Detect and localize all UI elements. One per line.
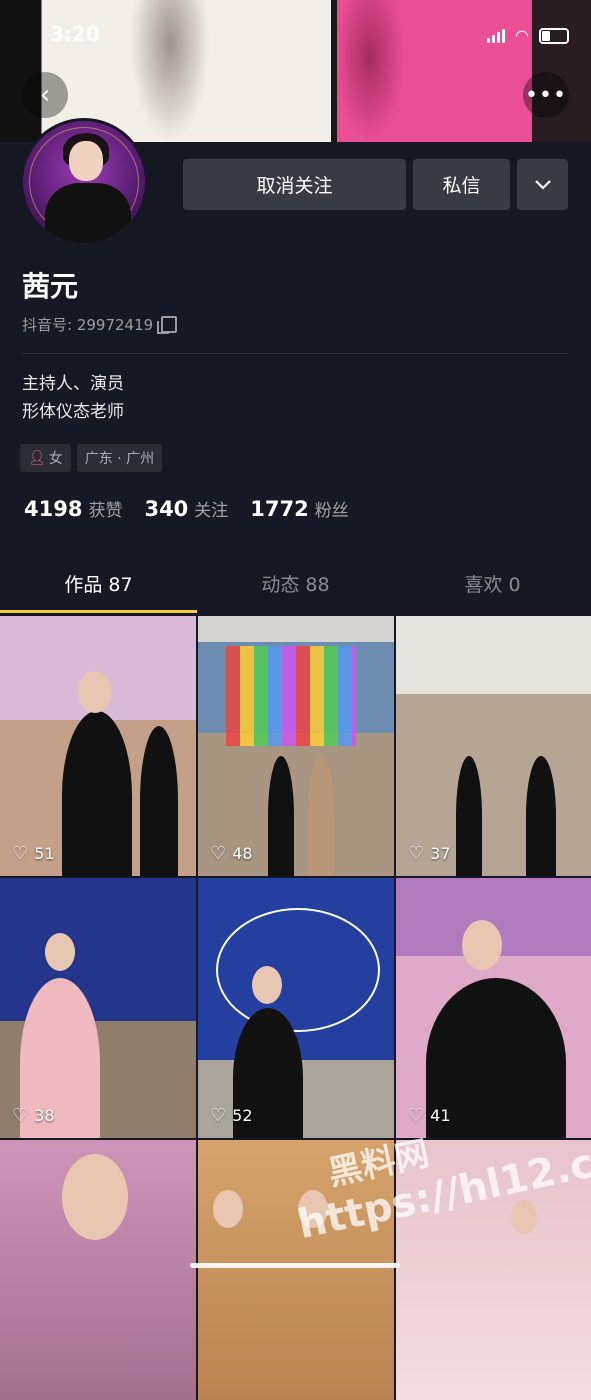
status-icons: ◠: [487, 26, 569, 45]
thumbnail-figure: [456, 756, 482, 876]
like-value: 51: [34, 844, 55, 863]
brand-logo: [216, 908, 380, 1032]
video-grid: ♡ 51 ♡ 48 ♡ 37 ♡ 38 ♡ 52 ♡ 41: [0, 616, 591, 1400]
heart-icon: ♡: [210, 1105, 227, 1126]
tab-activity[interactable]: 动态 88: [197, 566, 394, 614]
thumbnail-figure-head: [298, 1190, 328, 1228]
like-value: 48: [232, 844, 253, 863]
female-icon: 👤︎: [28, 450, 46, 466]
video-thumbnail[interactable]: ♡ 48: [198, 616, 394, 876]
thumbnail-figure-head: [45, 933, 75, 971]
video-thumbnail[interactable]: ♡ 37: [396, 616, 591, 876]
like-count: ♡ 51: [12, 843, 55, 864]
video-thumbnail[interactable]: [198, 1140, 394, 1400]
stat-number: 340: [144, 497, 189, 521]
like-count: ♡ 38: [12, 1105, 55, 1126]
heart-icon: ♡: [408, 1105, 425, 1126]
stat-followers[interactable]: 1772 粉丝: [250, 496, 348, 521]
unfollow-button[interactable]: 取消关注: [183, 159, 406, 210]
video-thumbnail[interactable]: [396, 1140, 591, 1400]
stat-label: 关注: [194, 501, 229, 521]
back-button[interactable]: ‹: [22, 72, 68, 118]
home-indicator[interactable]: [190, 1263, 400, 1268]
avatar-figure-face: [69, 141, 103, 181]
tab-works[interactable]: 作品 87: [0, 566, 197, 614]
like-count: ♡ 37: [408, 843, 451, 864]
battery-icon: [539, 27, 569, 44]
bio-line: 形体仪态老师: [22, 402, 124, 422]
profile-tags: 👤︎ 女 广东 · 广州: [20, 444, 163, 472]
like-value: 41: [430, 1106, 451, 1125]
stat-likes: 4198 获赞: [24, 496, 122, 521]
content-tabs: 作品 87 动态 88 喜欢 0: [0, 566, 591, 614]
banner-shadow: [130, 0, 210, 142]
thumbnail-figure: [308, 756, 334, 876]
like-count: ♡ 48: [210, 843, 253, 864]
stained-glass-window: [226, 646, 356, 746]
dropdown-button[interactable]: [517, 159, 568, 210]
gender-label: 女: [48, 451, 63, 467]
stat-label: 粉丝: [314, 501, 349, 521]
copy-icon[interactable]: [157, 316, 178, 334]
like-value: 37: [430, 844, 451, 863]
location-tag: 广东 · 广州: [76, 444, 163, 472]
stat-number: 4198: [24, 497, 83, 521]
message-button[interactable]: 私信: [413, 159, 510, 210]
video-thumbnail[interactable]: ♡ 51: [0, 616, 196, 876]
wifi-icon: ◠: [515, 26, 529, 45]
thumbnail-figure-head: [213, 1190, 243, 1228]
douyin-id-row: 抖音号: 29972419: [22, 314, 178, 335]
stat-number: 1772: [250, 497, 309, 521]
thumbnail-figure: [140, 726, 178, 876]
divider: [22, 353, 569, 354]
heart-icon: ♡: [408, 843, 425, 864]
chevron-down-icon: [534, 179, 551, 190]
profile-name: 茜元: [22, 270, 79, 303]
more-icon: •••: [525, 82, 567, 108]
more-options-button[interactable]: •••: [523, 72, 569, 118]
video-thumbnail[interactable]: ♡ 38: [0, 878, 196, 1138]
bio-line: 主持人、演员: [22, 374, 124, 394]
tab-underline: [0, 610, 197, 613]
thumbnail-figure-head: [511, 1200, 537, 1234]
thumbnail-figure-head: [62, 1154, 128, 1240]
like-value: 52: [232, 1106, 253, 1125]
video-thumbnail[interactable]: ♡ 41: [396, 878, 591, 1138]
stat-label: 获赞: [88, 501, 123, 521]
thumbnail-figure: [62, 711, 132, 876]
gender-tag: 👤︎ 女: [20, 444, 71, 472]
status-time: 3:20: [50, 22, 100, 46]
thumbnail-figure-head: [252, 966, 282, 1004]
thumbnail-figure-head: [462, 920, 502, 970]
video-thumbnail[interactable]: ♡ 52: [198, 878, 394, 1138]
stats-row: 4198 获赞 340 关注 1772 粉丝: [24, 496, 349, 521]
like-value: 38: [34, 1106, 55, 1125]
thumbnail-figure: [526, 756, 556, 876]
stat-following[interactable]: 340 关注: [144, 496, 228, 521]
thumbnail-figure-head: [78, 671, 112, 713]
douyin-id: 抖音号: 29972419: [22, 316, 154, 334]
heart-icon: ♡: [210, 843, 227, 864]
like-count: ♡ 41: [408, 1105, 451, 1126]
chevron-left-icon: ‹: [39, 80, 51, 110]
thumbnail-figure: [268, 756, 294, 876]
bio: 主持人、演员 形体仪态老师: [22, 370, 124, 426]
like-count: ♡ 52: [210, 1105, 253, 1126]
signal-icon: [487, 28, 506, 43]
avatar[interactable]: [20, 118, 148, 246]
tab-likes[interactable]: 喜欢 0: [394, 566, 591, 614]
video-thumbnail[interactable]: [0, 1140, 196, 1400]
banner-shadow: [335, 0, 405, 142]
heart-icon: ♡: [12, 1105, 29, 1126]
heart-icon: ♡: [12, 843, 29, 864]
avatar-figure-body: [45, 183, 131, 243]
